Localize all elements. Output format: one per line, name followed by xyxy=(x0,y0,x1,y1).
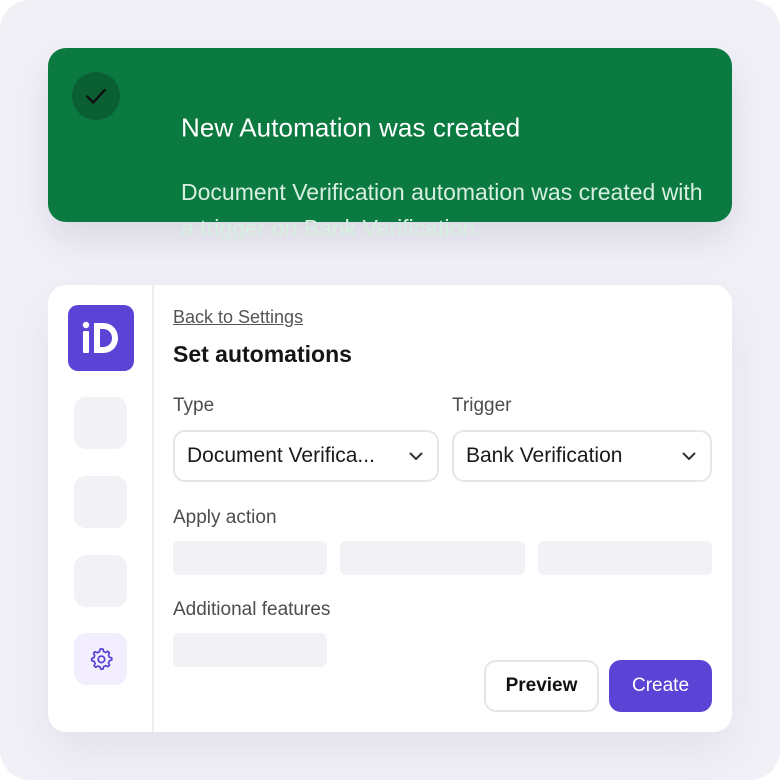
toast-message: Document Verification automation was cre… xyxy=(181,174,761,246)
feature-option[interactable] xyxy=(173,633,327,667)
type-label: Type xyxy=(173,395,215,416)
sidebar-nav-item[interactable] xyxy=(74,555,127,607)
create-button[interactable]: Create xyxy=(609,660,712,712)
type-select[interactable]: Document Verifica... xyxy=(173,430,439,482)
action-option[interactable] xyxy=(340,541,525,575)
additional-features-label: Additional features xyxy=(173,599,331,620)
automation-card: Back to Settings Set automations Type Tr… xyxy=(48,285,732,732)
toast-title: New Automation was created xyxy=(181,112,521,143)
page-title: Set automations xyxy=(173,341,352,367)
action-option[interactable] xyxy=(173,541,327,575)
trigger-select[interactable]: Bank Verification xyxy=(452,430,712,482)
sidebar-settings-button[interactable] xyxy=(74,633,127,685)
apply-action-label: Apply action xyxy=(173,507,277,528)
toast-message-line: Document Verification automation was cre… xyxy=(181,179,703,205)
app-logo[interactable] xyxy=(68,305,134,371)
toast-message-line: a trigger on Bank Verification. xyxy=(181,215,482,241)
success-toast: New Automation was created Document Veri… xyxy=(48,48,732,241)
action-option[interactable] xyxy=(538,541,712,575)
logo-mark xyxy=(82,321,118,353)
trigger-select-value: Bank Verification xyxy=(466,444,623,467)
preview-button[interactable]: Preview xyxy=(484,660,599,712)
gear-icon xyxy=(90,647,113,671)
chevron-down-icon xyxy=(682,452,696,460)
sidebar-nav-item[interactable] xyxy=(74,397,127,449)
check-icon xyxy=(72,72,120,120)
trigger-label: Trigger xyxy=(452,395,512,416)
sidebar xyxy=(48,285,154,732)
type-select-value: Document Verifica... xyxy=(187,444,375,467)
sidebar-nav-item[interactable] xyxy=(74,476,127,528)
chevron-down-icon xyxy=(409,452,423,460)
app-frame: New Automation was created Document Veri… xyxy=(0,0,780,780)
back-to-settings-link[interactable]: Back to Settings xyxy=(173,307,303,328)
